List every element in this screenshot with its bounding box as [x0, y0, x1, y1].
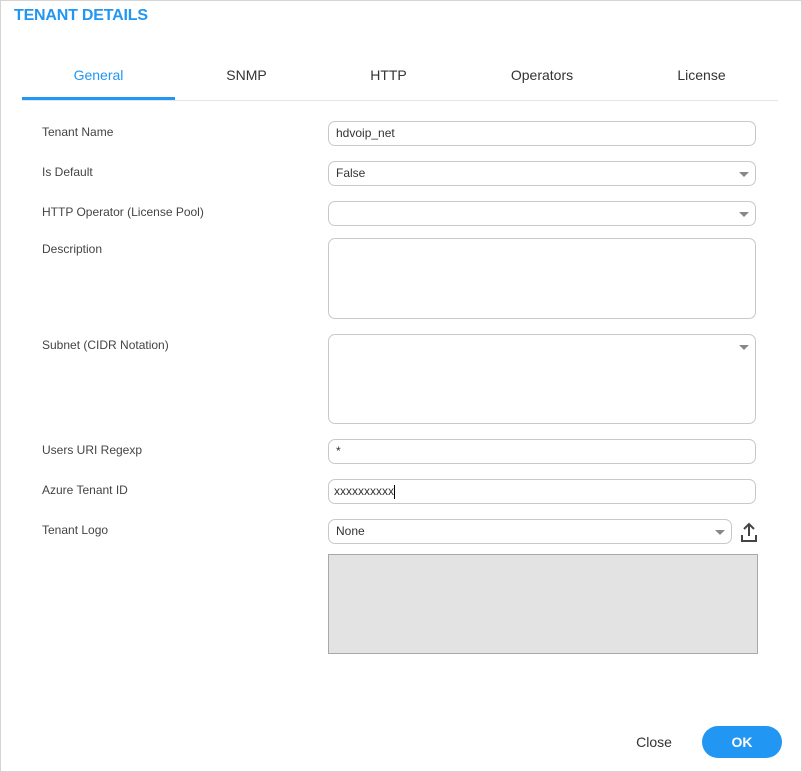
tenant-name-value: hdvoip_net — [336, 126, 395, 140]
ok-button[interactable]: OK — [702, 726, 782, 758]
tab-snmp[interactable]: SNMP — [175, 53, 318, 99]
azure-tenant-id-label: Azure Tenant ID — [42, 483, 128, 497]
text-cursor — [394, 484, 395, 499]
tab-license[interactable]: License — [625, 53, 778, 99]
subnet-multiselect[interactable] — [328, 334, 756, 424]
is-default-select[interactable]: False — [328, 161, 756, 186]
chevron-down-icon — [739, 172, 749, 177]
tenant-logo-value: None — [336, 524, 365, 538]
is-default-value: False — [336, 166, 366, 180]
subnet-label: Subnet (CIDR Notation) — [42, 338, 169, 352]
http-operator-label: HTTP Operator (License Pool) — [42, 205, 204, 219]
description-textarea[interactable] — [328, 238, 756, 319]
close-button[interactable]: Close — [626, 728, 682, 756]
http-operator-select[interactable] — [328, 201, 756, 226]
tenant-name-input[interactable]: hdvoip_net — [328, 121, 756, 146]
chevron-down-icon — [715, 530, 725, 535]
users-uri-regexp-value: * — [336, 444, 341, 458]
upload-icon[interactable] — [739, 521, 759, 543]
tenant-name-label: Tenant Name — [42, 125, 114, 139]
tenant-details-dialog: TENANT DETAILS General SNMP HTTP Operato… — [0, 0, 802, 772]
is-default-label: Is Default — [42, 165, 93, 179]
tab-bar: General SNMP HTTP Operators License — [22, 53, 778, 101]
dialog-title: TENANT DETAILS — [14, 7, 148, 24]
description-label: Description — [42, 242, 103, 256]
tenant-logo-label: Tenant Logo — [42, 523, 109, 537]
users-uri-regexp-input[interactable]: * — [328, 439, 756, 464]
tab-operators[interactable]: Operators — [459, 53, 625, 99]
tab-general[interactable]: General — [22, 53, 175, 100]
chevron-down-icon — [739, 212, 749, 217]
logo-preview — [328, 554, 758, 654]
chevron-down-icon — [739, 345, 749, 350]
users-uri-regexp-label: Users URI Regexp — [42, 443, 143, 457]
azure-tenant-id-input[interactable]: xxxxxxxxxx — [328, 479, 756, 504]
azure-tenant-id-value: xxxxxxxxxx — [334, 484, 394, 498]
tab-http[interactable]: HTTP — [318, 53, 459, 99]
tenant-logo-select[interactable]: None — [328, 519, 732, 544]
